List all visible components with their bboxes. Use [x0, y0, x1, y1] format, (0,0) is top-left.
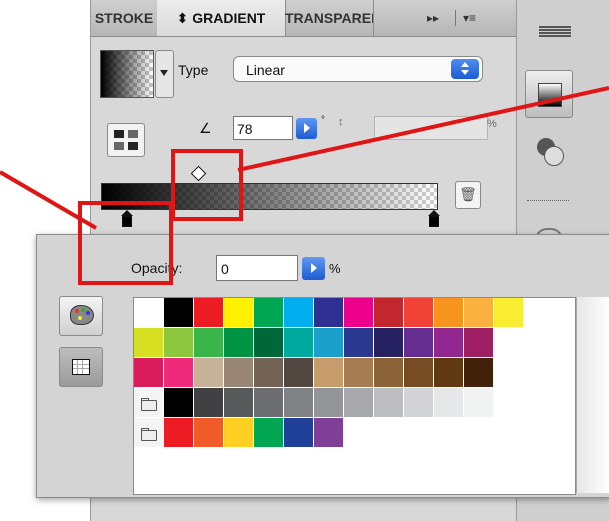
color-swatch[interactable]: [374, 328, 404, 358]
delete-stop-trash-icon[interactable]: 🗑: [455, 181, 481, 209]
color-swatch[interactable]: [314, 298, 344, 328]
color-swatch[interactable]: [434, 328, 464, 358]
color-swatch[interactable]: [344, 298, 374, 328]
color-swatch[interactable]: [374, 388, 404, 418]
color-swatch[interactable]: [224, 388, 254, 418]
color-swatch[interactable]: [134, 328, 164, 358]
color-swatch[interactable]: [314, 388, 344, 418]
color-swatch[interactable]: [254, 388, 284, 418]
aspect-percent-label: %: [487, 118, 497, 130]
swatches-library-button[interactable]: [59, 347, 103, 387]
swatch-grid-icon: [72, 359, 90, 375]
color-swatch[interactable]: [224, 328, 254, 358]
color-swatch[interactable]: [194, 388, 224, 418]
color-swatch[interactable]: [344, 328, 374, 358]
annotation-box-stop: [78, 201, 173, 285]
color-swatch[interactable]: [134, 358, 164, 388]
panel-menu-icon[interactable]: ▾≡: [463, 0, 476, 36]
color-swatch[interactable]: [284, 298, 314, 328]
color-swatch[interactable]: [254, 418, 284, 448]
opacity-percent-label: %: [329, 261, 341, 276]
color-swatch[interactable]: [494, 298, 524, 328]
color-swatch[interactable]: [164, 418, 194, 448]
aspect-ratio-input[interactable]: [374, 116, 488, 140]
color-swatch[interactable]: [404, 358, 434, 388]
color-swatch[interactable]: [344, 388, 374, 418]
color-swatch[interactable]: [284, 328, 314, 358]
color-swatch[interactable]: [404, 388, 434, 418]
panel-tab-bar: STROKE ⬍ GRADIENT TRANSPARENCY ▸▸ ▾≡: [91, 0, 517, 37]
opacity-input[interactable]: 0: [216, 255, 298, 281]
color-swatch[interactable]: [374, 358, 404, 388]
color-swatch[interactable]: [314, 328, 344, 358]
swatch-row: [134, 358, 494, 388]
gradient-stop-right[interactable]: [428, 210, 440, 228]
gradient-panel-icon[interactable]: [525, 70, 573, 118]
transparency-panel-icon[interactable]: [525, 130, 571, 176]
color-swatch[interactable]: [254, 328, 284, 358]
angle-icon: ∠: [199, 120, 212, 136]
select-arrows-icon: [451, 59, 479, 79]
color-swatch[interactable]: [284, 358, 314, 388]
color-swatch[interactable]: [464, 388, 494, 418]
annotation-box-midpoint: [171, 149, 243, 221]
color-swatch[interactable]: [194, 418, 224, 448]
opacity-dropdown-button[interactable]: [302, 257, 325, 280]
color-swatch[interactable]: [434, 358, 464, 388]
color-swatch[interactable]: [224, 418, 254, 448]
dock-separator: [527, 200, 569, 202]
gradient-thumbnail[interactable]: [100, 50, 154, 98]
tab-transparency[interactable]: TRANSPARENCY: [285, 0, 374, 36]
color-swatch[interactable]: [224, 298, 254, 328]
tab-divider: [455, 10, 456, 26]
angle-input[interactable]: 78: [233, 116, 293, 140]
stroke-panel-icon[interactable]: [539, 26, 571, 28]
type-label: Type: [178, 62, 209, 78]
color-library-button[interactable]: [59, 296, 103, 336]
expand-panels-icon[interactable]: ▸▸: [427, 0, 439, 36]
color-swatch[interactable]: [464, 358, 494, 388]
color-swatch[interactable]: [344, 358, 374, 388]
color-swatch[interactable]: [224, 358, 254, 388]
color-swatch[interactable]: [284, 388, 314, 418]
color-swatch[interactable]: [134, 298, 164, 328]
gradient-menu-chevron-icon[interactable]: [155, 50, 174, 98]
tab-stroke[interactable]: STROKE: [91, 0, 158, 36]
color-swatch[interactable]: [404, 328, 434, 358]
swatch-row: [134, 298, 524, 328]
color-swatch[interactable]: [314, 358, 344, 388]
color-swatch[interactable]: [374, 298, 404, 328]
color-group-folder-icon[interactable]: [134, 418, 164, 448]
gradient-type-select[interactable]: Linear: [233, 56, 483, 82]
swatch-row: [134, 418, 344, 448]
angle-dropdown-button[interactable]: [296, 118, 317, 139]
swatch-grid: [133, 297, 576, 495]
color-swatch[interactable]: [254, 358, 284, 388]
color-swatch[interactable]: [164, 298, 194, 328]
color-swatch[interactable]: [164, 388, 194, 418]
color-swatch[interactable]: [284, 418, 314, 448]
aspect-ratio-icon: ↕: [338, 116, 344, 128]
swatch-row: [134, 328, 494, 358]
color-swatch[interactable]: [164, 328, 194, 358]
gradient-type-value: Linear: [246, 62, 285, 78]
swatch-scrollbar[interactable]: [576, 297, 609, 493]
color-swatch[interactable]: [464, 298, 494, 328]
color-group-folder-icon[interactable]: [134, 388, 164, 418]
color-swatch[interactable]: [434, 388, 464, 418]
color-swatch[interactable]: [194, 358, 224, 388]
reverse-gradient-button[interactable]: [107, 123, 145, 157]
color-swatch[interactable]: [194, 328, 224, 358]
color-swatch[interactable]: [314, 418, 344, 448]
palette-icon: [70, 305, 94, 325]
color-swatch[interactable]: [254, 298, 284, 328]
degree-symbol: °: [321, 115, 325, 126]
color-swatch[interactable]: [464, 328, 494, 358]
color-swatch[interactable]: [434, 298, 464, 328]
color-swatch[interactable]: [194, 298, 224, 328]
swatch-row: [134, 388, 494, 418]
color-swatch[interactable]: [404, 298, 434, 328]
tab-gradient[interactable]: ⬍ GRADIENT: [157, 0, 286, 36]
color-swatch[interactable]: [164, 358, 194, 388]
